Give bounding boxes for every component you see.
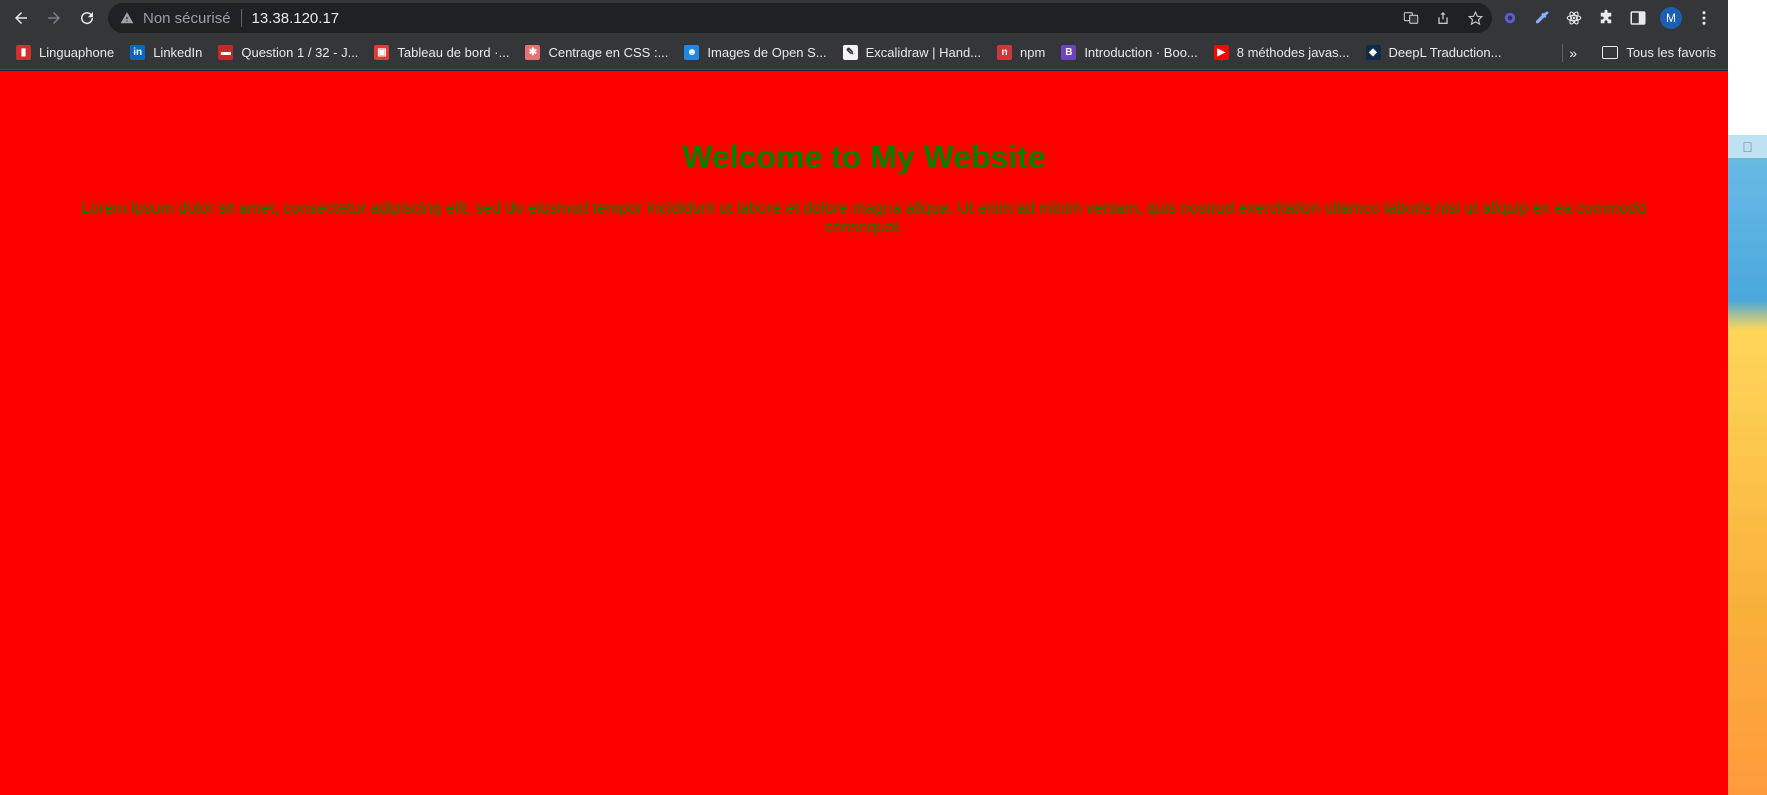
bookmark-item[interactable]: ▣ Tableau de bord ·... xyxy=(374,45,509,60)
bookmark-item[interactable]: ▮ Linguaphone xyxy=(16,45,114,60)
forward-button[interactable] xyxy=(39,3,69,33)
all-bookmarks-label: Tous les favoris xyxy=(1626,45,1716,60)
bookmark-label: Excalidraw | Hand... xyxy=(865,45,982,60)
bookmark-label: LinkedIn xyxy=(153,45,203,60)
bookmark-star-icon[interactable] xyxy=(1466,9,1484,27)
robot-icon: ☻ xyxy=(684,45,700,60)
bookmark-item[interactable]: ▬ Question 1 / 32 - J... xyxy=(218,45,358,60)
apple-menu-icon[interactable]:  xyxy=(1728,136,1767,158)
bootstrap-icon: B xyxy=(1061,45,1077,60)
side-panel-icon[interactable] xyxy=(1628,8,1648,28)
page-title: Welcome to My Website xyxy=(682,139,1046,175)
linkedin-icon: in xyxy=(130,45,146,60)
excalidraw-icon: ✎ xyxy=(842,45,858,60)
bookmark-label: Question 1 / 32 - J... xyxy=(241,45,359,60)
profile-avatar[interactable]: M xyxy=(1660,7,1682,29)
desktop-wallpaper xyxy=(1728,0,1767,795)
translate-icon[interactable] xyxy=(1402,9,1420,27)
reload-button[interactable] xyxy=(72,3,102,33)
puzzle-icon[interactable] xyxy=(1596,8,1616,28)
url-text[interactable]: 13.38.120.17 xyxy=(252,10,340,27)
back-button[interactable] xyxy=(6,3,36,33)
all-bookmarks-button[interactable]: Tous les favoris xyxy=(1602,45,1716,60)
share-icon[interactable] xyxy=(1434,9,1452,27)
bookmark-item[interactable]: n npm xyxy=(997,45,1045,60)
bookmark-label: Introduction · Boo... xyxy=(1084,45,1198,60)
more-bookmarks-button[interactable]: » xyxy=(1569,45,1577,61)
bookmark-item[interactable]: B Introduction · Boo... xyxy=(1061,45,1198,60)
bookmarks-divider xyxy=(1562,43,1563,62)
address-bar[interactable]: Non sécurisé 13.38.120.17 xyxy=(108,3,1492,33)
bookmark-item[interactable]: ◆ DeepL Traduction... xyxy=(1365,45,1502,60)
bookmark-label: DeepL Traduction... xyxy=(1388,45,1502,60)
dashboard-icon: ▣ xyxy=(374,45,390,60)
linguaphone-icon: ▮ xyxy=(16,45,31,60)
bookmark-label: 8 méthodes javas... xyxy=(1236,45,1350,60)
warning-icon xyxy=(120,12,134,24)
npm-icon: n xyxy=(997,45,1013,60)
eyedropper-icon[interactable] xyxy=(1532,8,1552,28)
bookmark-item[interactable]: ✎ Excalidraw | Hand... xyxy=(842,45,982,60)
bus-icon: ▬ xyxy=(218,45,234,60)
bookmark-label: npm xyxy=(1020,45,1046,60)
youtube-icon: ▶ xyxy=(1213,45,1229,60)
bookmark-item[interactable]: ☻ Images de Open S... xyxy=(684,45,827,60)
bookmark-label: Images de Open S... xyxy=(707,45,827,60)
bookmark-label: Tableau de bord ·... xyxy=(397,45,510,60)
menu-dots-icon[interactable] xyxy=(1694,8,1714,28)
page-paragraph: Lorem ipsum dolor sit amet, consectetur … xyxy=(81,200,1647,236)
bookmarks-bar: ▮ Linguaphone in LinkedIn ▬ Question 1 / 32 -… xyxy=(0,36,1728,70)
asterisk-icon: ✱ xyxy=(525,45,541,60)
bookmark-item[interactable]: ▶ 8 méthodes javas... xyxy=(1213,45,1350,60)
bookmark-label: Linguaphone xyxy=(39,45,115,60)
react-icon[interactable] xyxy=(1564,8,1584,28)
arrow-right-icon xyxy=(48,12,60,24)
extension-gear-icon[interactable] xyxy=(1500,8,1520,28)
address-bar-actions xyxy=(1402,3,1484,33)
page-viewport: Welcome to My Website Lorem ipsum dolor … xyxy=(0,71,1728,795)
extensions-area: M xyxy=(1500,3,1714,33)
bookmark-label: Centrage en CSS :... xyxy=(548,45,669,60)
arrow-left-icon xyxy=(15,12,27,24)
deepl-icon: ◆ xyxy=(1365,45,1381,60)
address-separator xyxy=(240,9,242,27)
browser-window: Non sécurisé 13.38.120.17 M ▮ Linguaphon… xyxy=(0,0,1728,795)
bookmark-item[interactable]: ✱ Centrage en CSS :... xyxy=(525,45,668,60)
browser-toolbar: Non sécurisé 13.38.120.17 M xyxy=(0,0,1728,36)
reload-icon xyxy=(81,12,94,25)
folder-icon xyxy=(1602,46,1619,59)
security-label[interactable]: Non sécurisé xyxy=(143,10,231,27)
bookmark-item[interactable]: in LinkedIn xyxy=(130,45,202,60)
